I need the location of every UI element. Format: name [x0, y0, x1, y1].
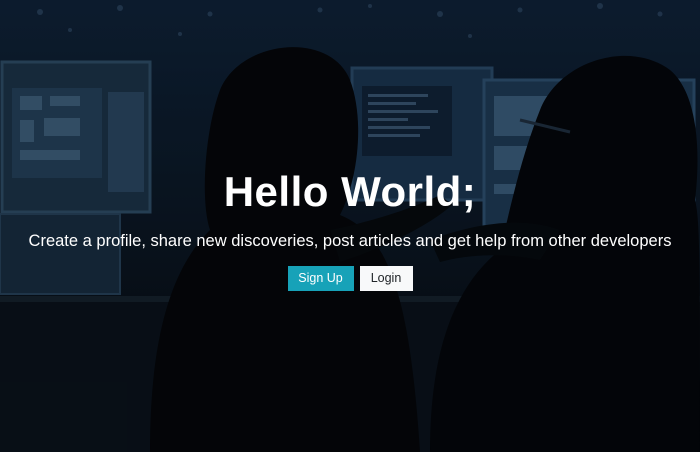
login-button[interactable]: Login — [359, 266, 413, 291]
hero-buttons: Sign Up Login — [0, 266, 700, 291]
hero-content: Hello World; Create a profile, share new… — [0, 166, 700, 291]
hero-title: Hello World; — [223, 168, 477, 215]
sign-up-button[interactable]: Sign Up — [287, 266, 354, 291]
landing-hero: Hello World; Create a profile, share new… — [0, 0, 700, 452]
hero-subtitle: Create a profile, share new discoveries,… — [28, 232, 672, 250]
